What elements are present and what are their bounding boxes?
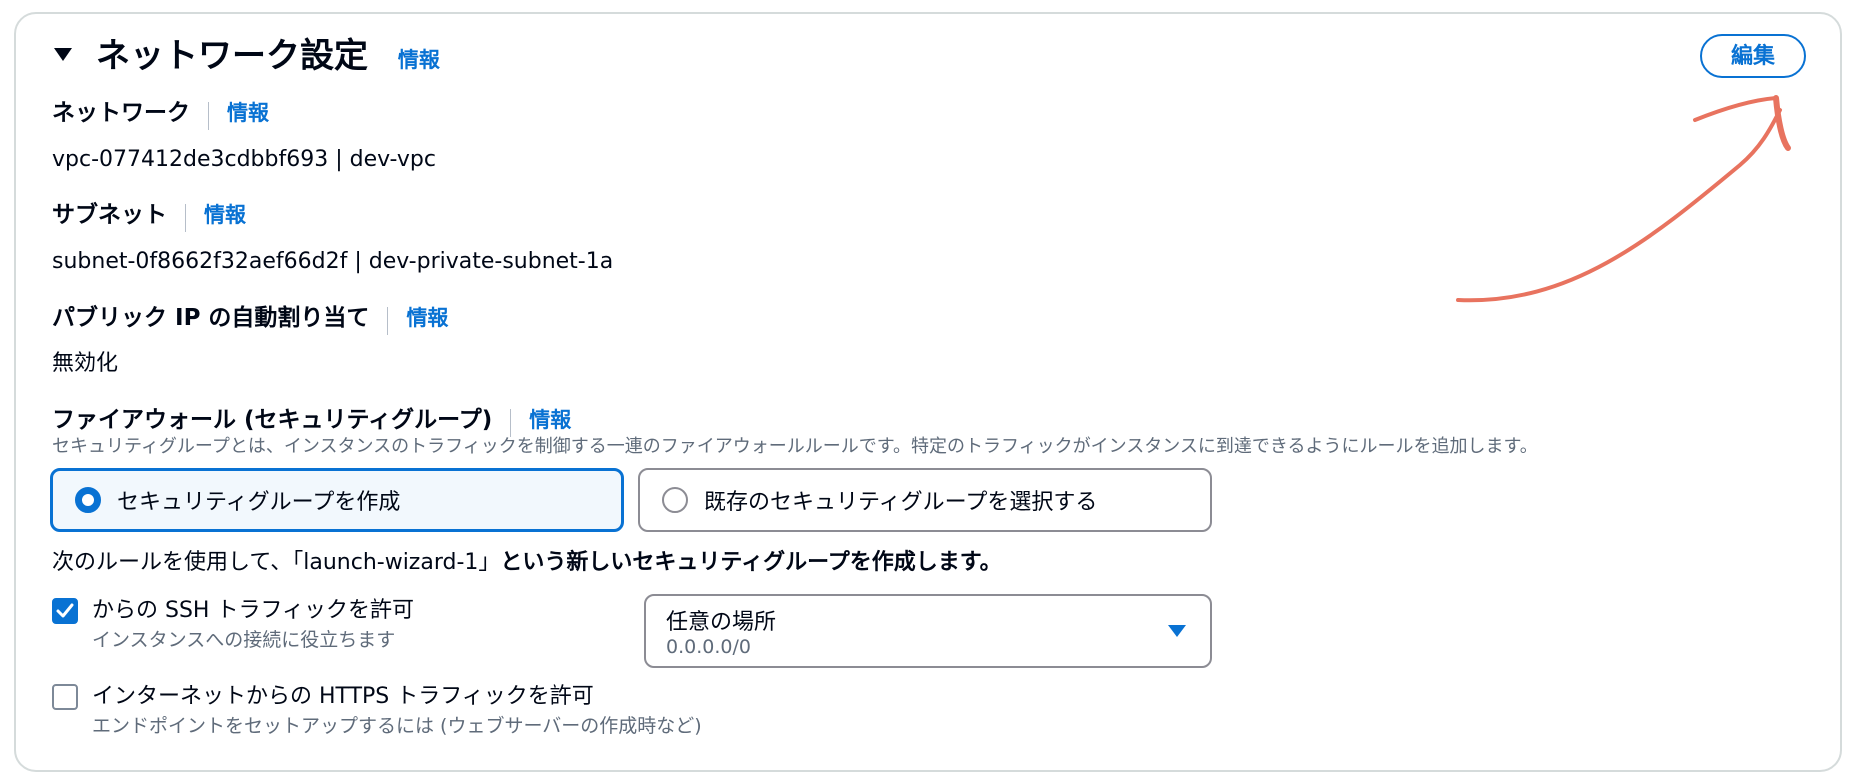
option-create-label: セキュリティグループを作成 — [117, 490, 401, 515]
subnet-label: サブネット — [52, 202, 167, 228]
public-ip-info-link[interactable]: 情報 — [406, 306, 448, 330]
radio-unselected-icon[interactable] — [662, 487, 688, 513]
option-create-security-group[interactable]: セキュリティグループを作成 — [50, 468, 624, 532]
divider — [510, 408, 512, 437]
firewall-field: ファイアウォール (セキュリティグループ) 情報 — [52, 404, 571, 437]
divider — [387, 306, 389, 335]
firewall-label: ファイアウォール (セキュリティグループ) — [52, 407, 493, 433]
firewall-info-link[interactable]: 情報 — [529, 408, 571, 432]
ssh-checkbox[interactable] — [52, 598, 78, 624]
network-field: ネットワーク 情報 — [52, 97, 269, 130]
annotation-arrow-icon — [1456, 95, 1791, 303]
checkmark-icon — [56, 603, 74, 618]
subnet-field: サブネット 情報 — [52, 199, 246, 232]
https-description: エンドポイントをセットアップするには (ウェブサーバーの作成時など) — [92, 715, 702, 737]
edit-button[interactable]: 編集 — [1700, 34, 1806, 78]
network-info-link[interactable]: 情報 — [227, 101, 269, 125]
network-value: vpc-077412de3cdbbf693 | dev-vpc — [52, 147, 436, 172]
collapse-caret-icon[interactable] — [52, 40, 74, 72]
subnet-info-link[interactable]: 情報 — [204, 203, 246, 227]
radio-selected-icon[interactable] — [75, 487, 101, 513]
ssh-source-value: 任意の場所 — [666, 610, 777, 635]
section-title-text: ネットワーク設定 — [96, 36, 368, 76]
ssh-label[interactable]: からの SSH トラフィックを許可 — [92, 596, 414, 626]
rules-intro-prefix: 次のルールを使用して、「launch-wizard-1」 — [52, 550, 501, 575]
ssh-description: インスタンスへの接続に役立ちます — [92, 629, 396, 651]
section-title: ネットワーク設定 情報 — [96, 34, 440, 82]
public-ip-value: 無効化 — [52, 351, 119, 376]
ssh-source-select[interactable]: 任意の場所 0.0.0.0/0 — [644, 594, 1212, 668]
firewall-description: セキュリティグループとは、インスタンスのトラフィックを制御する一連のファイアウォ… — [52, 436, 1538, 457]
divider — [185, 203, 186, 232]
option-select-existing-security-group[interactable]: 既存のセキュリティグループを選択する — [638, 468, 1212, 532]
public-ip-field: パブリック IP の自動割り当て 情報 — [52, 302, 448, 335]
subnet-value: subnet-0f8662f32aef66d2f | dev-private-s… — [52, 249, 614, 274]
public-ip-label: パブリック IP の自動割り当て — [52, 305, 370, 331]
ssh-source-cidr: 0.0.0.0/0 — [666, 636, 751, 658]
divider — [208, 101, 209, 130]
section-info-link[interactable]: 情報 — [398, 48, 440, 72]
option-existing-label: 既存のセキュリティグループを選択する — [704, 490, 1098, 515]
rules-intro: 次のルールを使用して、「launch-wizard-1」という新しいセキュリティ… — [52, 548, 1002, 578]
rules-intro-suffix: という新しいセキュリティグループを作成します。 — [500, 550, 1002, 575]
network-label: ネットワーク — [52, 100, 190, 126]
https-checkbox[interactable] — [52, 684, 78, 710]
https-label[interactable]: インターネットからの HTTPS トラフィックを許可 — [92, 682, 594, 712]
dropdown-caret-icon[interactable] — [1166, 622, 1188, 640]
